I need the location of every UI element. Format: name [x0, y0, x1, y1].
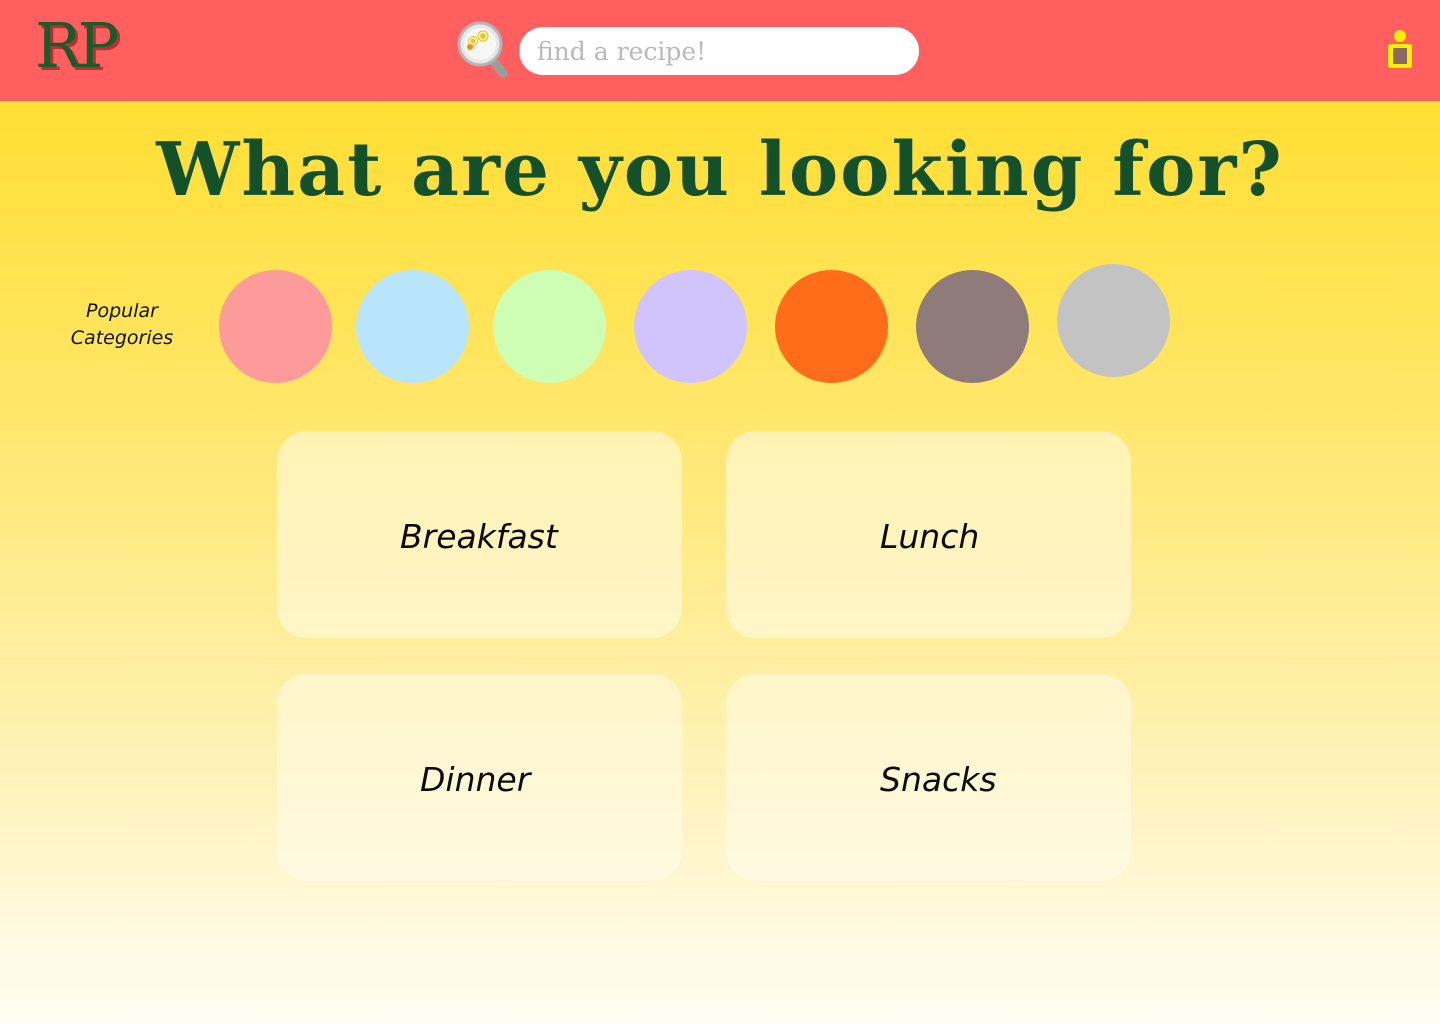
popular-categories-label: Popular Categories: [70, 300, 174, 349]
site-logo[interactable]: RP: [35, 6, 119, 86]
meal-card-label: Dinner: [420, 760, 531, 799]
category-circle[interactable]: [1057, 264, 1170, 377]
search-input[interactable]: [519, 27, 919, 75]
meal-card-label: Snacks: [880, 760, 997, 799]
category-circle[interactable]: [634, 270, 747, 383]
search-icon[interactable]: [455, 20, 511, 80]
meal-card-lunch[interactable]: Lunch: [726, 431, 1131, 638]
meal-card-label: Breakfast: [400, 517, 558, 556]
top-header: RP: [0, 0, 1440, 101]
category-circle[interactable]: [775, 270, 888, 383]
category-circle[interactable]: [356, 270, 469, 383]
user-icon[interactable]: [1385, 28, 1415, 70]
category-circle[interactable]: [219, 270, 332, 383]
category-circle[interactable]: [493, 270, 606, 383]
page-title: What are you looking for?: [156, 127, 1284, 213]
meal-card-snacks[interactable]: Snacks: [726, 674, 1131, 881]
meal-card-label: Lunch: [880, 517, 980, 556]
meal-card-breakfast[interactable]: Breakfast: [277, 431, 682, 638]
category-circle[interactable]: [916, 270, 1029, 383]
meal-card-dinner[interactable]: Dinner: [277, 674, 682, 881]
